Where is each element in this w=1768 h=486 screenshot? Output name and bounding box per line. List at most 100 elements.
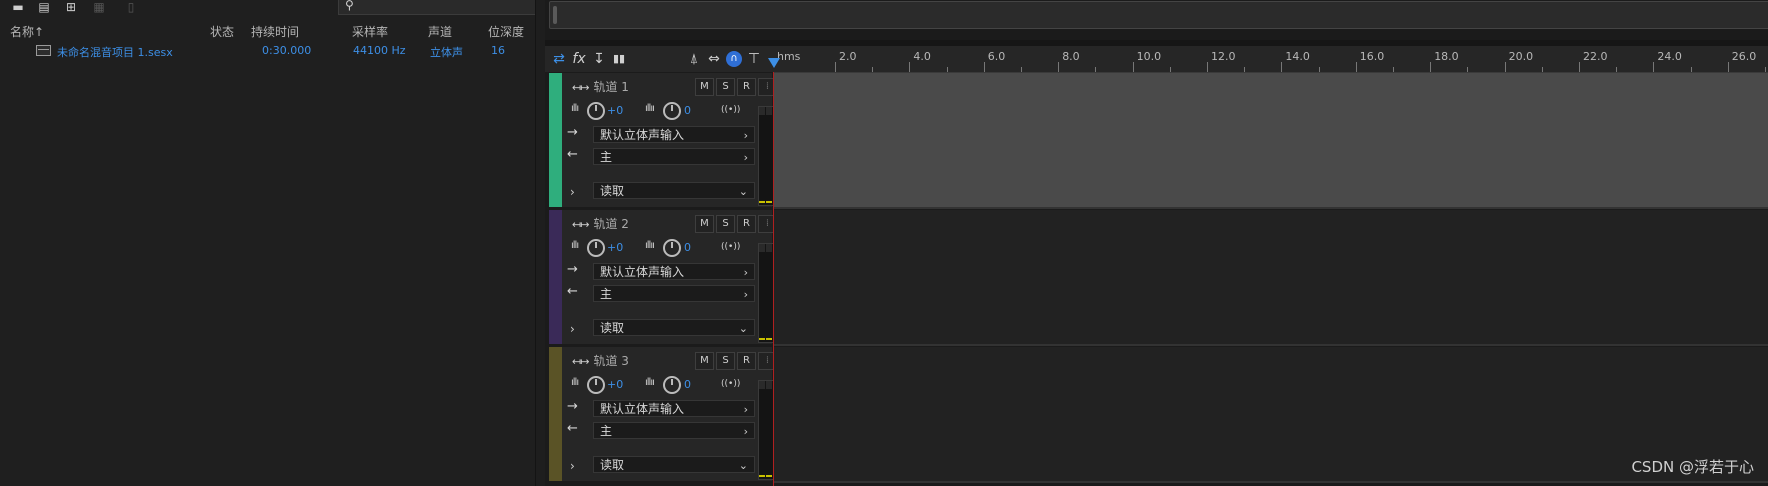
- record-arm-button[interactable]: R: [737, 215, 756, 233]
- mute-button[interactable]: M: [695, 215, 714, 233]
- ruler-major-tick: [983, 62, 985, 72]
- input-select[interactable]: 默认立体声输入 ›: [593, 126, 755, 143]
- solo-button[interactable]: S: [716, 352, 735, 370]
- automation-select[interactable]: 读取 ⌄: [593, 456, 755, 473]
- output-select[interactable]: 主 ›: [593, 422, 755, 439]
- batch-icon[interactable]: ▦: [90, 0, 108, 16]
- chevron-right-icon[interactable]: ›: [570, 185, 575, 199]
- track-color-bar: [549, 210, 562, 344]
- chevron-right-icon[interactable]: ›: [570, 459, 575, 473]
- automation-select[interactable]: 读取 ⌄: [593, 182, 755, 199]
- marker-icon[interactable]: ⊤: [744, 49, 764, 69]
- ruler-label: 10.0: [1136, 50, 1162, 63]
- file-duration: 0:30.000: [262, 44, 312, 57]
- overview-handle[interactable]: [553, 6, 557, 24]
- mute-button[interactable]: M: [695, 352, 714, 370]
- panel-divider[interactable]: [535, 0, 536, 486]
- track-lane[interactable]: [773, 347, 1768, 483]
- effects-rack-icon[interactable]: fx: [569, 49, 589, 69]
- overview-scroll-bar[interactable]: [549, 1, 1768, 29]
- col-duration[interactable]: 持续时间: [251, 23, 299, 40]
- ruler-unit: hms: [777, 50, 801, 63]
- pan-value[interactable]: 0: [684, 104, 691, 117]
- track-lane[interactable]: [773, 210, 1768, 346]
- pan-knob[interactable]: [663, 376, 681, 394]
- volume-icon: ıllı: [571, 103, 579, 114]
- ruler-minor-tick: [1541, 67, 1543, 72]
- ruler-label: 22.0: [1583, 50, 1608, 63]
- search-input[interactable]: ⚲: [338, 0, 536, 15]
- input-arrow-icon: →: [567, 262, 578, 277]
- input-arrow-icon: →: [567, 399, 578, 414]
- chevron-right-icon: ›: [743, 425, 748, 438]
- file-row[interactable]: 未命名混音项目 1.sesx 0:30.000 44100 Hz 立体声 16: [0, 42, 535, 59]
- ruler-minor-tick: [1095, 67, 1097, 72]
- volume-knob[interactable]: [587, 376, 605, 394]
- chevron-right-icon[interactable]: ›: [570, 322, 575, 336]
- ruler-major-tick: [1207, 62, 1208, 72]
- ruler-label: 6.0: [987, 50, 1006, 63]
- output-select[interactable]: 主 ›: [593, 285, 755, 302]
- volume-knob[interactable]: [587, 239, 605, 257]
- volume-value[interactable]: +0: [607, 104, 623, 117]
- pan-knob[interactable]: [663, 102, 681, 120]
- delete-icon[interactable]: ▯: [122, 0, 140, 16]
- output-select[interactable]: 主 ›: [593, 148, 755, 165]
- record-arm-button[interactable]: R: [737, 78, 756, 96]
- col-bit-depth[interactable]: 位深度: [488, 23, 524, 40]
- playhead-line[interactable]: [773, 72, 774, 486]
- pan-value[interactable]: 0: [684, 241, 691, 254]
- col-channels[interactable]: 声道: [428, 23, 452, 40]
- track-name[interactable]: ↤↦ 轨道 1: [572, 78, 629, 95]
- playhead-icon[interactable]: [768, 58, 780, 68]
- eq-icon[interactable]: ▮▮: [609, 49, 629, 69]
- timeline-ruler[interactable]: hms 2.0 4.0 6.0 8.0 10.0 12.0 14.0 16.0 18.0 20.0…: [768, 46, 1768, 73]
- track-2: ↤↦ 轨道 2 M S R ⁞ ıllı +0 ıllıı 0 ((•)) → 默…: [549, 210, 1768, 346]
- pan-knob[interactable]: [663, 239, 681, 257]
- track-header: ↤↦ 轨道 1 M S R ⁞ ıllı +0 ıllıı 0 ((•)) → 默…: [562, 73, 777, 207]
- ruler-major-tick: [1727, 62, 1729, 72]
- volume-value[interactable]: +0: [607, 378, 623, 391]
- ruler-minor-tick: [1244, 67, 1246, 72]
- ruler-minor-tick: [1021, 67, 1022, 72]
- ruler-major-tick: [1579, 62, 1580, 72]
- ruler-label: 18.0: [1434, 50, 1459, 63]
- pan-value[interactable]: 0: [684, 378, 691, 391]
- open-folder-icon[interactable]: ▬: [9, 0, 27, 16]
- record-arm-button[interactable]: R: [737, 352, 756, 370]
- col-status[interactable]: 状态: [210, 23, 234, 40]
- volume-knob[interactable]: [587, 102, 605, 120]
- output-arrow-icon: ←: [567, 147, 578, 162]
- sends-icon[interactable]: ↧: [589, 49, 609, 69]
- file-bit-depth: 16: [491, 44, 505, 57]
- ruler-label: 16.0: [1359, 50, 1385, 63]
- input-select[interactable]: 默认立体声输入 ›: [593, 400, 755, 417]
- ruler-minor-tick: [946, 67, 948, 72]
- solo-button[interactable]: S: [716, 215, 735, 233]
- file-column-headers: 名称↑ 状态 持续时间 采样率 声道 位深度: [0, 20, 535, 40]
- new-file-icon[interactable]: ⊞: [62, 0, 80, 16]
- solo-button[interactable]: S: [716, 78, 735, 96]
- track-name[interactable]: ↤↦ 轨道 2: [572, 215, 629, 232]
- track-lane[interactable]: [773, 73, 1768, 209]
- search-icon: ⚲: [345, 0, 354, 12]
- chevron-down-icon: ⌄: [738, 185, 748, 198]
- watermark: CSDN @浮若于心: [1631, 458, 1754, 476]
- import-icon[interactable]: ▤: [35, 0, 53, 16]
- ruler-major-tick: [835, 62, 836, 72]
- ruler-major-tick: [1132, 62, 1134, 72]
- time-stretch-icon[interactable]: ⇔: [704, 49, 724, 69]
- file-name: 未命名混音项目 1.sesx: [57, 46, 173, 59]
- track-name[interactable]: ↤↦ 轨道 3: [572, 352, 629, 369]
- col-sample-rate[interactable]: 采样率: [352, 23, 388, 40]
- input-select[interactable]: 默认立体声输入 ›: [593, 263, 755, 280]
- ruler-minor-tick: [1169, 67, 1171, 72]
- col-name[interactable]: 名称↑: [10, 23, 44, 40]
- snap-icon[interactable]: ∩: [726, 51, 742, 67]
- metronome-icon[interactable]: ⍋: [684, 49, 704, 69]
- inputs-outputs-icon[interactable]: ⇄: [549, 49, 569, 69]
- chevron-right-icon: ›: [743, 266, 748, 279]
- automation-select[interactable]: 读取 ⌄: [593, 319, 755, 336]
- volume-value[interactable]: +0: [607, 241, 623, 254]
- mute-button[interactable]: M: [695, 78, 714, 96]
